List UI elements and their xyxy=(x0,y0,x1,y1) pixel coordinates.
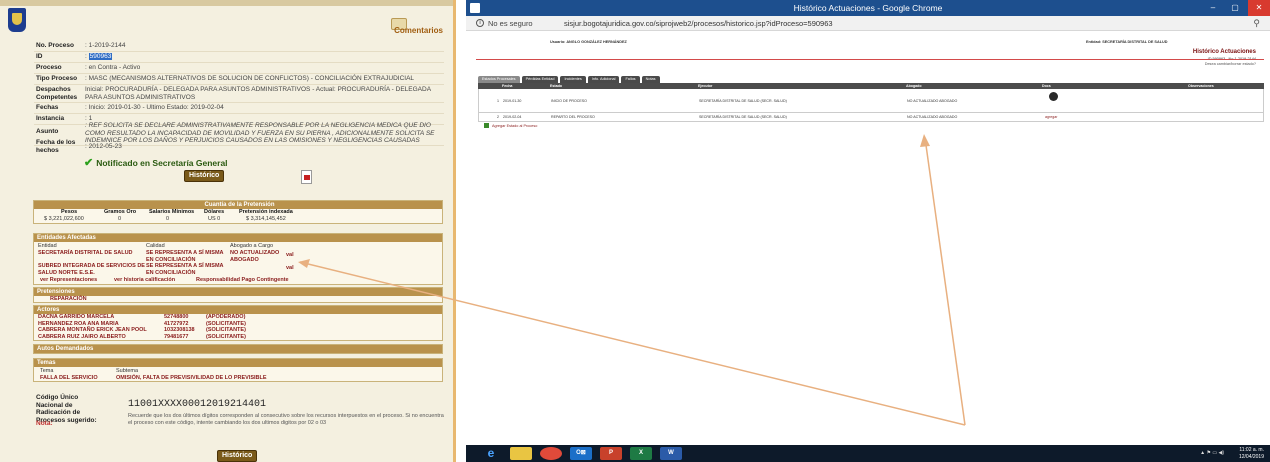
arrowhead xyxy=(920,134,930,147)
arrow-to-abogado xyxy=(924,137,966,426)
annotation-arrows xyxy=(298,134,966,426)
arrowhead xyxy=(298,259,310,268)
arrow-to-entidades xyxy=(299,261,966,426)
